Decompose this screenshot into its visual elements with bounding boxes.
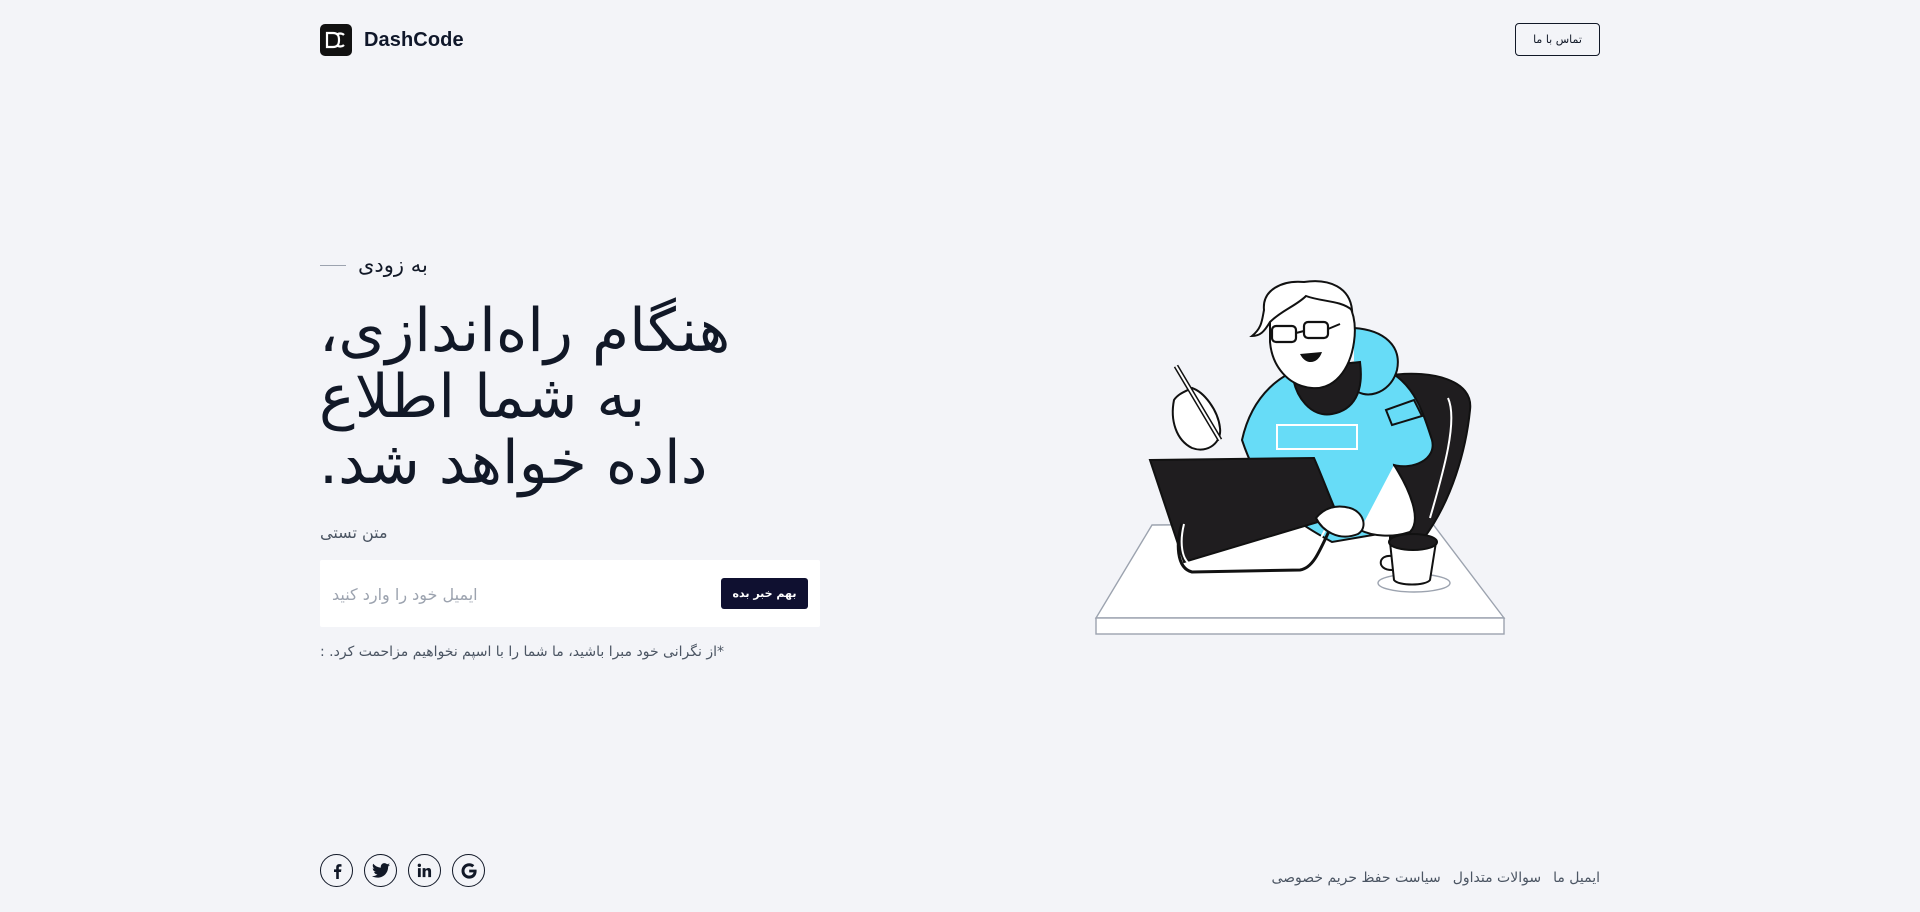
footer-nav: ایمیل ما سوالات متداول سیاست حفظ حریم خص… — [1271, 870, 1600, 886]
headline-line-2: به شما اطلاع — [319, 362, 646, 432]
site-header: DashCode تماس با ما — [320, 23, 1600, 57]
page-title: هنگام راه‌اندازی، به شما اطلاع داده خواه… — [319, 298, 789, 496]
dashcode-logo-icon — [320, 24, 352, 56]
footer-link-privacy[interactable]: سیاست حفظ حریم خصوصی — [1271, 870, 1440, 886]
notify-me-button[interactable]: بهم خبر بده — [721, 578, 808, 609]
twitter-icon[interactable] — [364, 854, 397, 887]
linkedin-icon[interactable] — [408, 854, 441, 887]
google-icon[interactable] — [452, 854, 485, 887]
footer-link-faq[interactable]: سوالات متداول — [1453, 870, 1541, 886]
brand-name: DashCode — [364, 28, 464, 51]
eyebrow-text: به زودی — [358, 253, 428, 277]
coming-soon-eyebrow: به زودی — [320, 253, 428, 277]
spam-disclaimer: *از نگرانی خود مبرا باشید، ما شما را با … — [320, 644, 724, 660]
email-field[interactable] — [332, 574, 692, 614]
brand-logo[interactable]: DashCode — [320, 24, 464, 56]
footer-link-email[interactable]: ایمیل ما — [1553, 870, 1600, 886]
subscribe-form: بهم خبر بده — [320, 560, 820, 627]
developer-illustration — [1092, 280, 1512, 640]
contact-us-button[interactable]: تماس با ما — [1515, 23, 1600, 56]
eyebrow-divider — [320, 264, 346, 266]
social-links — [320, 854, 485, 887]
hero-subtext: متن تستی — [320, 523, 388, 542]
headline-line-3: داده خواهد شد. — [319, 428, 708, 498]
headline-line-1: هنگام راه‌اندازی، — [319, 296, 731, 366]
facebook-icon[interactable] — [320, 854, 353, 887]
